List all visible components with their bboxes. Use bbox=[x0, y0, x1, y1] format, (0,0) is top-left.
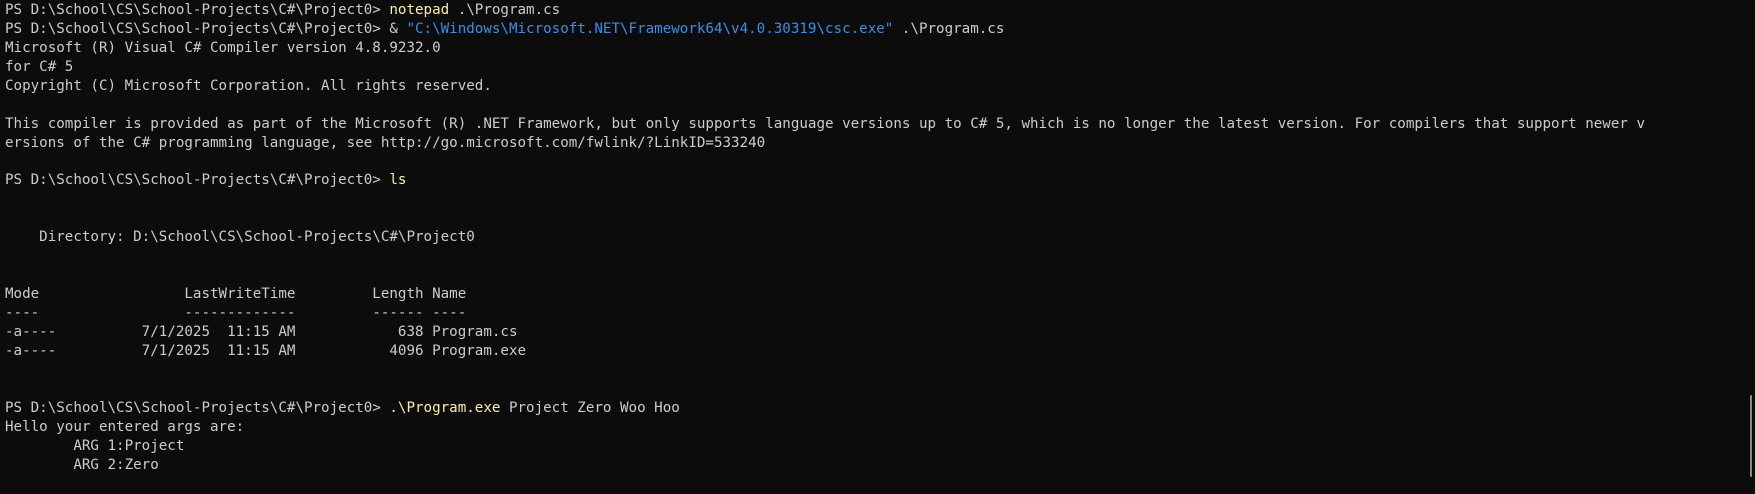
command-name: notepad bbox=[389, 2, 450, 18]
terminal-window[interactable]: PS D:\School\CS\School-Projects\C#\Proje… bbox=[0, 0, 1755, 494]
output-line: ARG 1:Project bbox=[5, 437, 185, 454]
command-line-notepad: PS D:\School\CS\School-Projects\C#\Proje… bbox=[5, 1, 1755, 20]
output-line: Copyright (C) Microsoft Corporation. All… bbox=[5, 77, 492, 94]
command-line-csc: PS D:\School\CS\School-Projects\C#\Proje… bbox=[5, 20, 1755, 39]
output-line: for C# 5 bbox=[5, 58, 74, 75]
call-operator: & bbox=[389, 20, 407, 37]
output-line: Hello your entered args are: bbox=[5, 418, 245, 435]
output-line: ARG 2:Zero bbox=[5, 456, 159, 473]
command-args: .\Program.cs bbox=[893, 20, 1005, 37]
command-name: .\Program.exe bbox=[389, 399, 501, 416]
command-name: ls bbox=[389, 172, 407, 189]
prompt: PS D:\School\CS\School-Projects\C#\Proje… bbox=[5, 2, 390, 18]
command-args: .\Program.cs bbox=[449, 2, 561, 18]
listing-header: Mode LastWriteTime Length Name bbox=[5, 286, 467, 303]
listing-row: -a---- 7/1/2025 11:15 AM 638 Program.cs bbox=[5, 323, 518, 340]
compiler-path: "C:\Windows\Microsoft.NET\Framework64\v4… bbox=[406, 20, 894, 37]
command-line-ls: PS D:\School\CS\School-Projects\C#\Proje… bbox=[5, 171, 1755, 190]
output-line: ersions of the C# programming language, … bbox=[5, 134, 766, 151]
directory-line: Directory: D:\School\CS\School-Projects\… bbox=[5, 229, 475, 246]
command-args: Project Zero Woo Hoo bbox=[500, 399, 680, 416]
listing-row: -a---- 7/1/2025 11:15 AM 4096 Program.ex… bbox=[5, 342, 527, 359]
listing-separator: ---- ------------- ------ ---- bbox=[5, 305, 467, 321]
prompt: PS D:\School\CS\School-Projects\C#\Proje… bbox=[5, 172, 390, 189]
scrollbar-thumb[interactable] bbox=[1750, 395, 1752, 477]
prompt: PS D:\School\CS\School-Projects\C#\Proje… bbox=[5, 20, 390, 37]
prompt: PS D:\School\CS\School-Projects\C#\Proje… bbox=[5, 399, 390, 416]
output-line: Microsoft (R) Visual C# Compiler version… bbox=[5, 39, 441, 56]
command-line-run: PS D:\School\CS\School-Projects\C#\Proje… bbox=[5, 399, 1755, 418]
output-line: This compiler is provided as part of the… bbox=[5, 115, 1645, 132]
